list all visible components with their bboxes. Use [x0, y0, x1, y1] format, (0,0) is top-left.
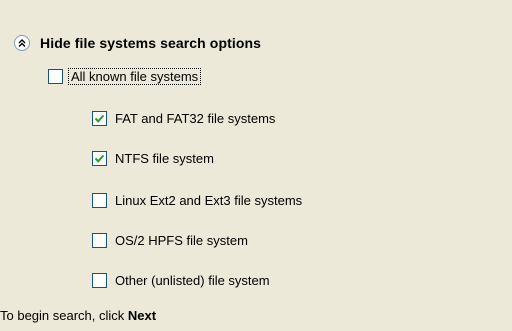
checkbox-fat-fat32[interactable]: FAT and FAT32 file systems: [92, 106, 275, 130]
checkbox-label: All known file systems: [68, 67, 202, 85]
checkbox-label: OS/2 HPFS file system: [115, 232, 248, 248]
hide-options-toggle[interactable]: Hide file systems search options: [14, 32, 261, 54]
checkbox-os2-hpfs[interactable]: OS/2 HPFS file system: [92, 228, 248, 252]
wizard-page: Hide file systems search options All kno…: [0, 0, 512, 331]
checkbox-ntfs[interactable]: NTFS file system: [92, 146, 214, 170]
checkbox-all-file-systems[interactable]: All known file systems: [48, 64, 202, 88]
checkbox-label: Other (unlisted) file system: [115, 272, 270, 288]
checkbox[interactable]: [92, 110, 107, 126]
footer-hint: To begin search, click Next: [0, 308, 156, 323]
checkbox-label: FAT and FAT32 file systems: [115, 110, 276, 126]
footer-text: To begin search, click: [0, 308, 128, 323]
checkbox[interactable]: [92, 192, 107, 208]
next-action-label: Next: [127, 308, 157, 323]
checkbox-other[interactable]: Other (unlisted) file system: [92, 268, 270, 292]
double-chevron-up-icon[interactable]: [14, 35, 30, 51]
checkmark-icon: [94, 114, 105, 123]
checkbox-label: Linux Ext2 and Ext3 file systems: [115, 192, 303, 208]
toggle-label: Hide file systems search options: [40, 35, 262, 51]
checkbox[interactable]: [92, 272, 107, 288]
checkbox-linux-ext[interactable]: Linux Ext2 and Ext3 file systems: [92, 188, 302, 212]
file-systems-options-panel: Hide file systems search options All kno…: [0, 12, 500, 331]
checkbox[interactable]: [48, 68, 63, 84]
checkbox[interactable]: [92, 150, 107, 166]
checkbox-label: NTFS file system: [115, 150, 214, 166]
checkmark-icon: [94, 154, 105, 163]
checkbox[interactable]: [92, 232, 107, 248]
